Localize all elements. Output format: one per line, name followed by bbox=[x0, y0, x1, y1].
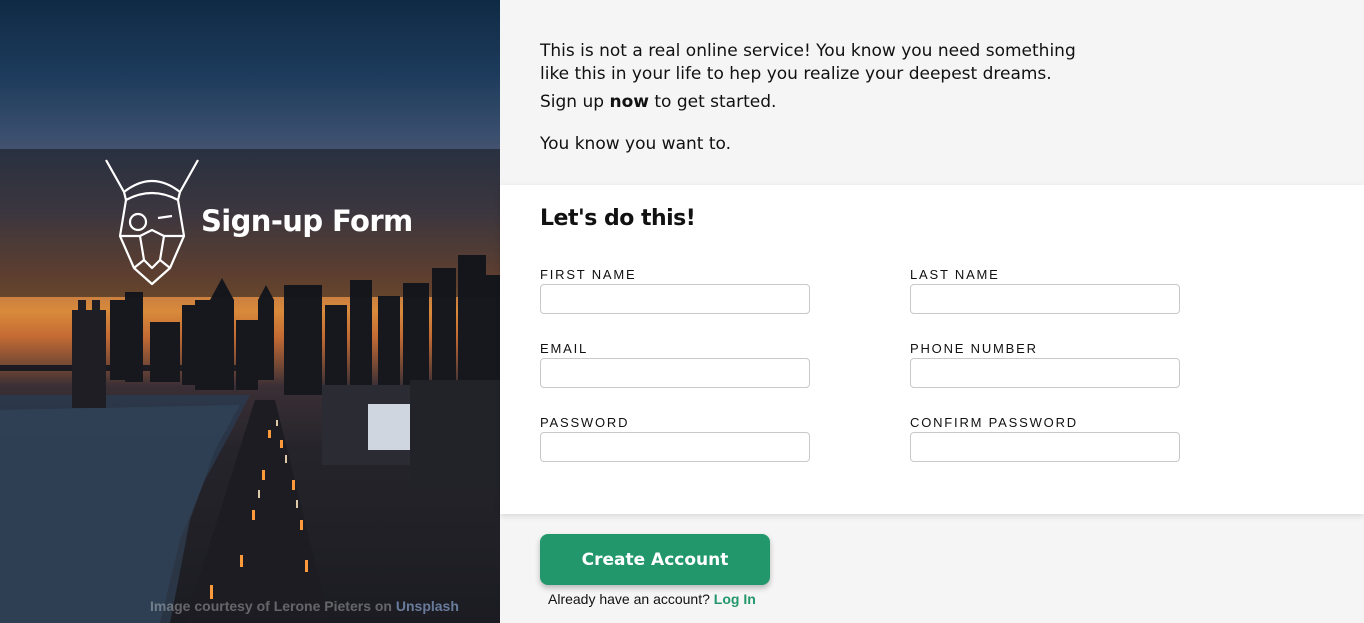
credit-on: on bbox=[374, 598, 392, 614]
intro-paragraph-3: You know you want to. bbox=[540, 134, 732, 154]
login-link[interactable]: Log In bbox=[714, 591, 756, 607]
first-name-label: FIRST NAME bbox=[540, 267, 637, 282]
credit-prefix: Image courtesy of bbox=[150, 598, 270, 614]
password-label: PASSWORD bbox=[540, 415, 630, 430]
last-name-input[interactable] bbox=[910, 284, 1180, 314]
intro-paragraph-1: This is not a real online service! You k… bbox=[540, 41, 1076, 84]
form-heading: Let's do this! bbox=[540, 206, 696, 231]
password-input[interactable] bbox=[540, 432, 810, 462]
phone-label: PHONE NUMBER bbox=[910, 341, 1038, 356]
intro-text: This is not a real online service! You k… bbox=[540, 40, 1100, 156]
login-prompt: Already have an account? Log In bbox=[548, 591, 756, 607]
last-name-label: LAST NAME bbox=[910, 267, 1000, 282]
city-skyline-image bbox=[0, 255, 500, 623]
signup-form-card: Let's do this! FIRST NAME LAST NAME EMAI… bbox=[500, 185, 1364, 514]
hero-title: Sign-up Form bbox=[201, 204, 413, 238]
first-name-input[interactable] bbox=[540, 284, 810, 314]
first-name-group: FIRST NAME bbox=[540, 267, 810, 314]
intro-now-text: now bbox=[609, 92, 649, 112]
create-account-button[interactable]: Create Account bbox=[540, 534, 770, 585]
image-credit: Image courtesy of Lerone Pieters on Unsp… bbox=[150, 598, 459, 614]
password-group: PASSWORD bbox=[540, 415, 810, 462]
hero-panel: Sign-up Form Image courtesy of Lerone Pi… bbox=[0, 0, 500, 623]
intro-started-text: to get started. bbox=[654, 92, 777, 112]
confirm-password-input[interactable] bbox=[910, 432, 1180, 462]
phone-input[interactable] bbox=[910, 358, 1180, 388]
confirm-password-group: CONFIRM PASSWORD bbox=[910, 415, 1180, 462]
email-group: EMAIL bbox=[540, 341, 810, 388]
intro-paragraph-2: Sign up now to get started. bbox=[540, 91, 1100, 114]
intro-signup-text: Sign up bbox=[540, 92, 605, 112]
email-input[interactable] bbox=[540, 358, 810, 388]
confirm-password-label: CONFIRM PASSWORD bbox=[910, 415, 1078, 430]
last-name-group: LAST NAME bbox=[910, 267, 1180, 314]
email-label: EMAIL bbox=[540, 341, 589, 356]
credit-author: Lerone Pieters bbox=[273, 598, 371, 614]
unsplash-link[interactable]: Unsplash bbox=[396, 598, 459, 614]
phone-group: PHONE NUMBER bbox=[910, 341, 1180, 388]
viking-helmet-icon bbox=[105, 159, 199, 286]
login-prompt-text: Already have an account? bbox=[548, 591, 710, 607]
